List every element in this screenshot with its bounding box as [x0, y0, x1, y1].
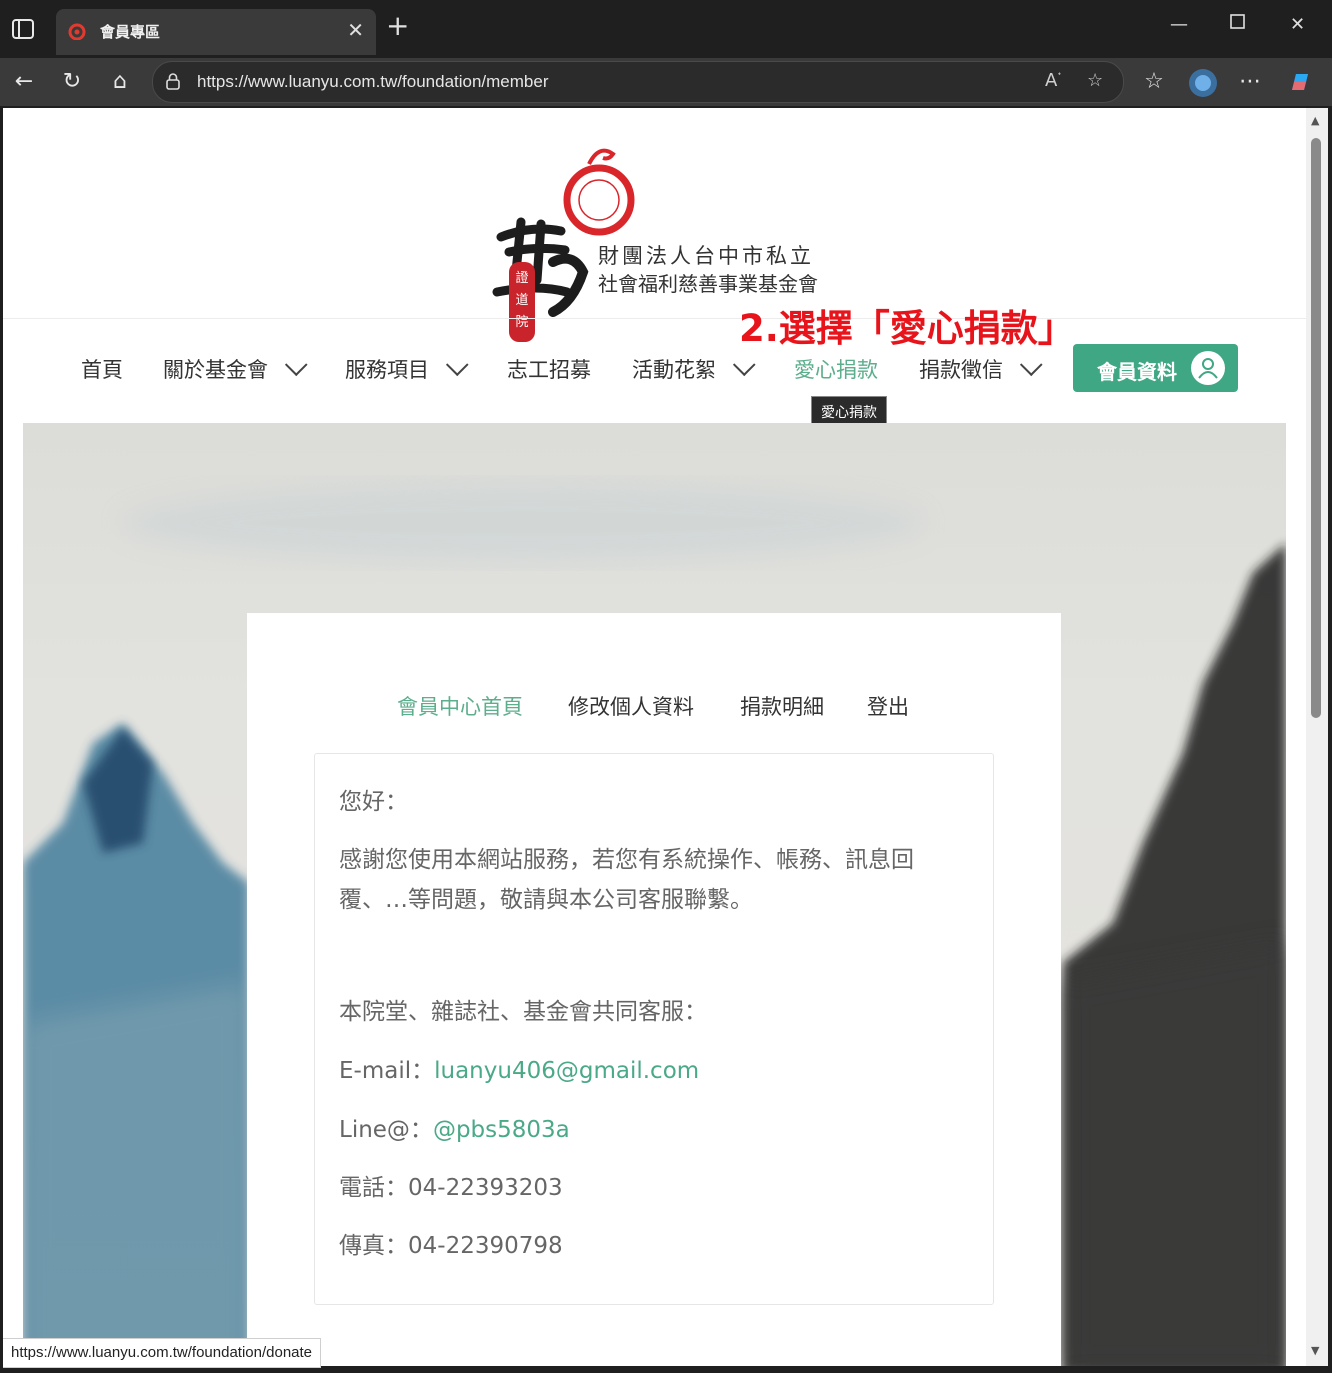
chevron-down-icon: [284, 353, 308, 377]
tab-logout[interactable]: 登出: [867, 691, 909, 721]
scroll-thumb[interactable]: [1311, 138, 1321, 718]
tab-donation-details[interactable]: 捐款明細: [740, 691, 824, 721]
chevron-down-icon: [1019, 353, 1043, 377]
favorites-icon[interactable]: ☆: [1140, 68, 1168, 96]
new-tab-icon[interactable]: +: [386, 12, 409, 40]
home-icon[interactable]: ⌂: [106, 68, 134, 96]
email-link[interactable]: luanyu406@gmail.com: [434, 1058, 699, 1084]
url-text: https://www.luanyu.com.tw/foundation/mem…: [197, 72, 549, 91]
nav-item-volunteer[interactable]: 志工招募: [507, 354, 591, 384]
minimize-icon[interactable]: —: [1170, 14, 1188, 35]
link-status-bar: https://www.luanyu.com.tw/foundation/don…: [3, 1338, 322, 1368]
hero-background: 會員中心首頁 修改個人資料 捐款明細 登出 您好： 感謝您使用本網站服務，若您有…: [23, 423, 1286, 1366]
chevron-down-icon: [445, 353, 469, 377]
nav-item-activities[interactable]: 活動花絮: [632, 353, 756, 384]
copilot-icon[interactable]: [1286, 68, 1314, 96]
greeting-text: 您好：: [339, 789, 408, 815]
tab-member-home[interactable]: 會員中心首頁: [397, 691, 523, 721]
favorite-star-icon[interactable]: ☆: [1087, 70, 1103, 91]
tab-edit-profile[interactable]: 修改個人資料: [568, 691, 694, 721]
logo-line2: 社會福利慈善事業基金會: [598, 272, 818, 296]
browser-tab-bar: 會員專區 ✕ + — ✕: [0, 0, 1332, 58]
tab-title: 會員專區: [100, 23, 161, 41]
nav-item-donation-records[interactable]: 捐款徵信: [919, 353, 1043, 384]
nav-item-label: 活動花絮: [632, 358, 716, 382]
nav-item-label: 捐款徵信: [919, 358, 1003, 382]
close-tab-icon[interactable]: ✕: [347, 18, 364, 42]
phone-text: 電話：04-22393203: [339, 1175, 563, 1201]
browser-tab[interactable]: 會員專區 ✕: [56, 9, 376, 55]
nav-item-services[interactable]: 服務項目: [345, 353, 469, 384]
logo-line1: 財團法人台中市私立: [598, 244, 814, 268]
browser-toolbar: ← ↻ ⌂ https://www.luanyu.com.tw/foundati…: [0, 58, 1332, 106]
member-center-card: 會員中心首頁 修改個人資料 捐款明細 登出 您好： 感謝您使用本網站服務，若您有…: [247, 613, 1061, 1366]
member-button-label: 會員資料: [1097, 360, 1177, 384]
line-at-line: Line@：@pbs5803a: [339, 1110, 570, 1144]
read-aloud-icon[interactable]: Aᐩ: [1045, 70, 1061, 91]
nav-item-home[interactable]: 首頁: [81, 354, 123, 384]
email-line: E-mail：luanyu406@gmail.com: [339, 1051, 699, 1085]
close-window-icon[interactable]: ✕: [1290, 14, 1305, 35]
address-bar[interactable]: https://www.luanyu.com.tw/foundation/mem…: [152, 61, 1124, 103]
nav-item-label: 服務項目: [345, 358, 429, 382]
chevron-down-icon: [732, 353, 756, 377]
nav-item-about[interactable]: 關於基金會: [163, 353, 308, 384]
service-title: 本院堂、雜誌社、基金會共同客服：: [339, 999, 707, 1025]
message-line-1: 感謝您使用本網站服務，若您有系統操作、帳務、訊息回: [339, 847, 914, 873]
back-icon[interactable]: ←: [10, 68, 38, 96]
profile-avatar[interactable]: [1188, 68, 1217, 97]
site-favicon-icon: [68, 22, 86, 41]
user-icon: [1191, 351, 1225, 385]
message-line-2: 覆、…等問題，敬請與本公司客服聯繫。: [339, 887, 753, 913]
nav-item-label: 關於基金會: [163, 358, 268, 382]
page-viewport: 證 道 院 財團法人台中市私立 社會福利慈善事業基金會 2.選擇「愛心捐款」 首…: [3, 108, 1306, 1366]
tab-actions-icon[interactable]: [10, 16, 36, 42]
lock-icon[interactable]: [165, 72, 181, 94]
refresh-icon[interactable]: ↻: [58, 68, 86, 96]
line-label: Line@：: [339, 1117, 433, 1143]
svg-text:道: 道: [515, 293, 528, 308]
scroll-up-icon[interactable]: ▲: [1311, 114, 1319, 127]
main-nav: 首頁 關於基金會 服務項目 志工招募 活動花絮 愛心捐款 捐款徵信 會員資料: [3, 338, 1306, 398]
member-sub-nav: 會員中心首頁 修改個人資料 捐款明細 登出: [247, 691, 1061, 727]
info-box: 您好： 感謝您使用本網站服務，若您有系統操作、帳務、訊息回 覆、…等問題，敬請與…: [314, 753, 994, 1305]
maximize-icon[interactable]: [1230, 14, 1246, 35]
vertical-scrollbar[interactable]: ▲ ▼: [1306, 108, 1328, 1366]
header-divider: [3, 318, 1306, 319]
nav-item-donate[interactable]: 愛心捐款: [794, 354, 878, 384]
member-profile-button[interactable]: 會員資料: [1073, 344, 1238, 392]
email-label: E-mail：: [339, 1058, 435, 1084]
more-options-icon[interactable]: ⋯: [1236, 68, 1264, 96]
line-id-link[interactable]: @pbs5803a: [433, 1117, 570, 1143]
fax-text: 傳真：04-22390798: [339, 1233, 563, 1259]
scroll-down-icon[interactable]: ▼: [1311, 1344, 1319, 1357]
svg-text:證: 證: [515, 270, 528, 286]
